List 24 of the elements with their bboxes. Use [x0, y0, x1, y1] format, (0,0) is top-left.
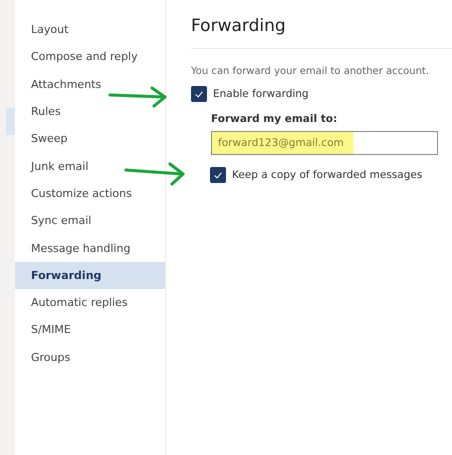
checkbox-label[interactable]: Enable forwarding	[213, 88, 309, 100]
sidebar-item[interactable]: Customize actions	[15, 180, 165, 208]
sidebar-item[interactable]: Attachments	[15, 70, 165, 98]
checkbox-label[interactable]: Keep a copy of forwarded messages	[232, 169, 422, 181]
sidebar-item[interactable]: Sync email	[15, 207, 165, 234]
scroll-indicator	[6, 108, 15, 135]
page-title: Forwarding	[191, 16, 287, 38]
checkbox[interactable]	[191, 86, 207, 102]
sidebar-item[interactable]: Forwarding	[15, 262, 165, 289]
sidebar-item[interactable]: Sweep	[15, 125, 165, 152]
sidebar-item[interactable]: S/MIME	[15, 316, 165, 344]
input-field[interactable]: forward123@gmail.com	[211, 131, 438, 155]
sidebar-item[interactable]: Message handling	[15, 234, 165, 262]
description-text: You can forward your email to another account.	[191, 66, 430, 77]
checkbox[interactable]	[210, 167, 226, 183]
sidebar-item[interactable]: Junk email	[15, 152, 165, 180]
sidebar-item[interactable]: Groups	[15, 344, 165, 371]
arrow-annotation	[108, 86, 168, 108]
field-label: Forward my email to:	[211, 113, 338, 125]
sidebar-item[interactable]: Rules	[15, 98, 165, 126]
sidebar-item[interactable]: Compose and reply	[15, 43, 165, 71]
arrow-annotation	[124, 162, 186, 186]
sidebar-item[interactable]: Automatic replies	[15, 288, 165, 316]
sidebar-item[interactable]: Layout	[15, 16, 165, 44]
